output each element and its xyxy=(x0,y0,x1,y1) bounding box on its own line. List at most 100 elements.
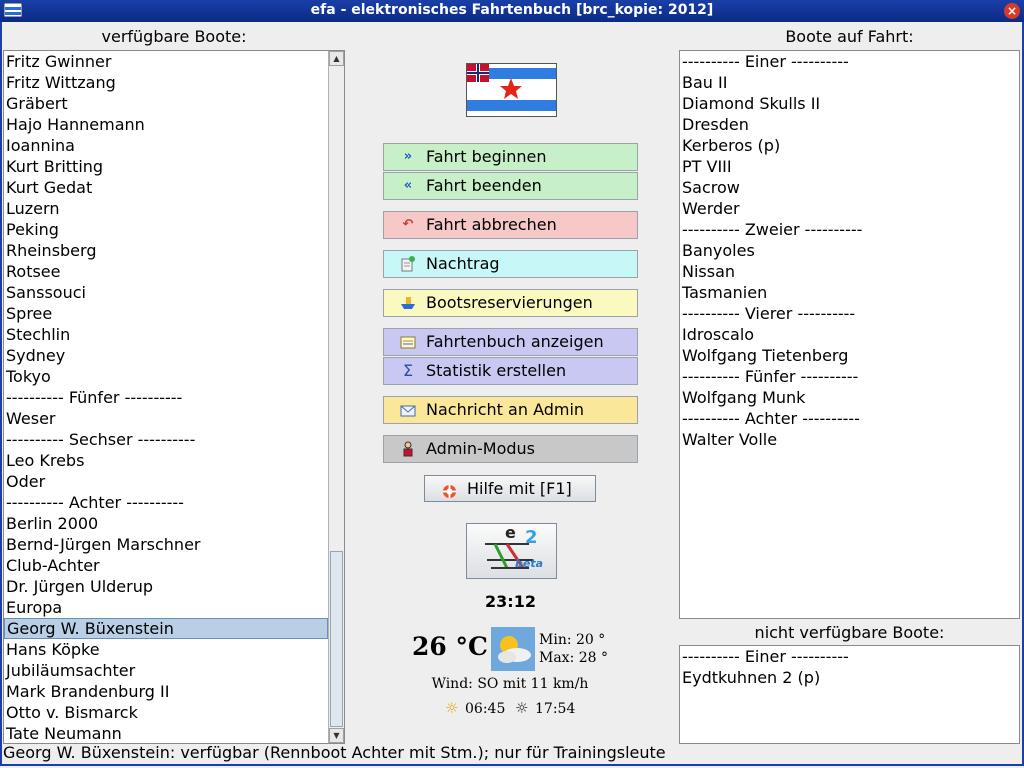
admin-person-icon xyxy=(400,441,416,457)
lifebuoy-icon xyxy=(442,481,457,506)
available-boat-item[interactable]: Berlin 2000 xyxy=(4,513,328,534)
available-boat-group-header[interactable]: ---------- Achter ---------- xyxy=(4,492,328,513)
boat-on-trip-item[interactable]: Wolfgang Munk xyxy=(680,387,1019,408)
temperature: 26 °C xyxy=(412,632,488,661)
available-boat-item[interactable]: Europa xyxy=(4,597,328,618)
sunrise-time: 06:45 xyxy=(465,701,506,717)
available-boat-item[interactable]: Tate Neumann xyxy=(4,723,328,743)
available-boat-item[interactable]: Club-Achter xyxy=(4,555,328,576)
boat-on-trip-group-header[interactable]: ---------- Achter ---------- xyxy=(680,408,1019,429)
undo-arrow-icon: ↶ xyxy=(402,217,414,232)
boat-on-trip-item[interactable]: Kerberos (p) xyxy=(680,135,1019,156)
efa-logo-button[interactable]: e 2 beta xyxy=(466,523,557,579)
club-flag-logo xyxy=(466,63,557,117)
available-boat-item[interactable]: Spree xyxy=(4,303,328,324)
boats-on-trip-heading: Boote auf Fahrt: xyxy=(785,27,914,46)
boat-on-trip-item[interactable]: Werder xyxy=(680,198,1019,219)
available-boat-item[interactable]: Peking xyxy=(4,219,328,240)
available-boat-item[interactable]: Hans Köpke xyxy=(4,639,328,660)
boat-on-trip-item[interactable]: Tasmanien xyxy=(680,282,1019,303)
available-boat-item[interactable]: Oder xyxy=(4,471,328,492)
available-boat-item[interactable]: Sydney xyxy=(4,345,328,366)
status-bar: Georg W. Büxenstein: verfügbar (Rennboot… xyxy=(3,743,666,762)
start-trip-button[interactable]: » Fahrt beginnen xyxy=(383,143,638,171)
available-boat-item[interactable]: Bernd-Jürgen Marschner xyxy=(4,534,328,555)
available-boat-item[interactable]: Ioannina xyxy=(4,135,328,156)
show-logbook-button[interactable]: Fahrtenbuch anzeigen xyxy=(383,328,638,356)
boat-on-trip-item[interactable]: Banyoles xyxy=(680,240,1019,261)
envelope-icon xyxy=(400,402,416,418)
sigma-icon: Σ xyxy=(402,361,414,380)
boat-on-trip-item[interactable]: Idroscalo xyxy=(680,324,1019,345)
wind-info: Wind: SO mit 11 km/h xyxy=(431,676,589,692)
scroll-thumb[interactable] xyxy=(330,551,343,727)
late-entry-button[interactable]: Nachtrag xyxy=(383,250,638,278)
available-boat-item[interactable]: Stechlin xyxy=(4,324,328,345)
unavailable-boat-item[interactable]: Eydtkuhnen 2 (p) xyxy=(680,667,1019,688)
boat-on-trip-item[interactable]: Bau II xyxy=(680,72,1019,93)
sunset-icon: ☼ xyxy=(515,699,529,717)
available-boat-item[interactable]: Mark Brandenburg II xyxy=(4,681,328,702)
scroll-down-icon[interactable]: ▼ xyxy=(329,728,344,743)
available-boat-item[interactable]: Tokyo xyxy=(4,366,328,387)
abort-trip-button[interactable]: ↶ Fahrt abbrechen xyxy=(383,211,638,239)
logbook-icon xyxy=(400,334,416,350)
sun-cloud-weather-icon xyxy=(491,627,535,671)
window-title-bar[interactable]: efa - elektronisches Fahrtenbuch [brc_ko… xyxy=(0,0,1024,22)
boat-icon xyxy=(400,295,416,311)
boat-on-trip-item[interactable]: Diamond Skulls II xyxy=(680,93,1019,114)
unavailable-boat-group-header[interactable]: ---------- Einer ---------- xyxy=(680,646,1019,667)
boat-on-trip-item[interactable]: PT VIII xyxy=(680,156,1019,177)
notepad-pin-icon xyxy=(400,256,416,272)
available-boat-item[interactable]: Georg W. Büxenstein xyxy=(4,618,328,639)
available-boat-item[interactable]: Sanssouci xyxy=(4,282,328,303)
unavailable-boats-heading: nicht verfügbare Boote: xyxy=(754,623,945,642)
boat-on-trip-item[interactable]: Dresden xyxy=(680,114,1019,135)
help-button[interactable]: Hilfe mit [F1] xyxy=(424,475,596,502)
close-icon[interactable]: × xyxy=(1004,3,1020,19)
boat-on-trip-item[interactable]: Walter Volle xyxy=(680,429,1019,450)
boat-reservations-button[interactable]: Bootsreservierungen xyxy=(383,289,638,317)
admin-mode-button[interactable]: Admin-Modus xyxy=(383,435,638,463)
clock: 23:12 xyxy=(485,592,536,611)
available-boat-item[interactable]: Otto v. Bismarck xyxy=(4,702,328,723)
boat-on-trip-group-header[interactable]: ---------- Vierer ---------- xyxy=(680,303,1019,324)
available-boat-item[interactable]: Leo Krebs xyxy=(4,450,328,471)
available-boat-item[interactable]: Rotsee xyxy=(4,261,328,282)
boat-on-trip-group-header[interactable]: ---------- Einer ---------- xyxy=(680,51,1019,72)
boat-on-trip-item[interactable]: Nissan xyxy=(680,261,1019,282)
boat-on-trip-group-header[interactable]: ---------- Fünfer ---------- xyxy=(680,366,1019,387)
create-statistics-button[interactable]: Σ Statistik erstellen xyxy=(383,357,638,385)
available-boat-item[interactable]: Dr. Jürgen Ulderup xyxy=(4,576,328,597)
available-boat-item[interactable]: Luzern xyxy=(4,198,328,219)
available-boats-list[interactable]: Fritz Gwinner Fritz Wittzang Gräbert Hajo H… xyxy=(3,50,345,744)
available-boat-group-header[interactable]: ---------- Fünfer ---------- xyxy=(4,387,328,408)
min-temperature: Min: 20 ° xyxy=(539,632,606,648)
available-boat-item[interactable]: Jubiläumsachter xyxy=(4,660,328,681)
sunrise-icon: ☼ xyxy=(445,699,459,717)
boat-on-trip-item[interactable]: Wolfgang Tietenberg xyxy=(680,345,1019,366)
scroll-up-icon[interactable]: ▲ xyxy=(329,51,344,66)
unavailable-boats-list[interactable]: ---------- Einer ---------- Eydtkuhnen 2 … xyxy=(679,645,1020,744)
double-chevron-left-icon: « xyxy=(403,178,413,193)
boats-on-trip-list[interactable]: ---------- Einer ---------- Bau II Diamond… xyxy=(679,50,1020,619)
message-admin-button[interactable]: Nachricht an Admin xyxy=(383,396,638,424)
available-boats-heading: verfügbare Boote: xyxy=(101,27,247,46)
available-boats-scrollbar[interactable]: ▲ ▼ xyxy=(328,51,344,743)
double-chevron-right-icon: » xyxy=(403,149,413,164)
available-boat-group-header[interactable]: ---------- Sechser ---------- xyxy=(4,429,328,450)
max-temperature: Max: 28 ° xyxy=(539,650,609,666)
available-boat-item[interactable]: Weser xyxy=(4,408,328,429)
available-boat-item[interactable]: Fritz Wittzang xyxy=(4,72,328,93)
window-title: efa - elektronisches Fahrtenbuch [brc_ko… xyxy=(310,2,714,18)
available-boat-item[interactable]: Gräbert xyxy=(4,93,328,114)
available-boat-item[interactable]: Rheinsberg xyxy=(4,240,328,261)
sunset-time: 17:54 xyxy=(535,701,576,717)
available-boat-item[interactable]: Kurt Gedat xyxy=(4,177,328,198)
available-boat-item[interactable]: Kurt Britting xyxy=(4,156,328,177)
boat-on-trip-group-header[interactable]: ---------- Zweier ---------- xyxy=(680,219,1019,240)
available-boat-item[interactable]: Fritz Gwinner xyxy=(4,51,328,72)
boat-on-trip-item[interactable]: Sacrow xyxy=(680,177,1019,198)
end-trip-button[interactable]: « Fahrt beenden xyxy=(383,172,638,200)
available-boat-item[interactable]: Hajo Hannemann xyxy=(4,114,328,135)
